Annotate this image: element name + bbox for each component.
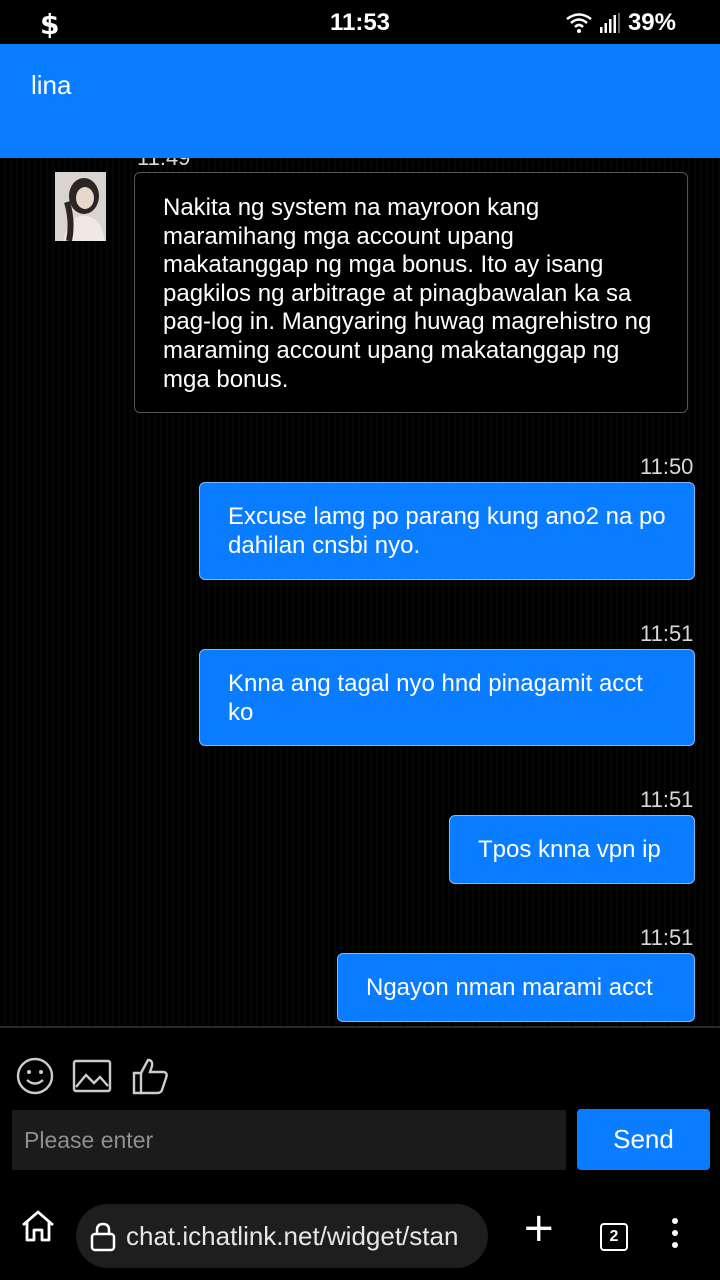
thumbs-up-icon[interactable] (130, 1056, 170, 1096)
composer-divider (0, 1026, 720, 1028)
status-bar: $ 11:53 39% (0, 0, 720, 44)
home-icon[interactable] (20, 1208, 56, 1244)
message-timestamp: 11:51 (640, 925, 694, 950)
incoming-message: Nakita ng system na mayroon kang maramih… (134, 172, 688, 413)
lock-icon (90, 1222, 116, 1252)
agent-avatar (55, 172, 106, 241)
url-text: chat.ichatlink.net/widget/stan (126, 1221, 459, 1251)
chat-header: lina (0, 44, 720, 158)
message-timestamp: 11:51 (640, 787, 694, 812)
signal-icon (599, 13, 620, 33)
send-button[interactable]: Send (577, 1109, 710, 1170)
tab-switcher-button[interactable]: 2 (600, 1223, 628, 1251)
message-input[interactable] (12, 1110, 566, 1170)
message-timestamp: 11:49 (137, 158, 190, 171)
outgoing-message: Ngayon nman marami acct (337, 953, 695, 1022)
message-timestamp: 11:51 (640, 621, 694, 646)
outgoing-message: Knna ang tagal nyo hnd pinagamit acct ko (199, 649, 695, 746)
new-tab-icon[interactable]: + (522, 1205, 556, 1251)
emoji-icon[interactable] (15, 1056, 55, 1096)
address-bar[interactable]: chat.ichatlink.net/widget/stan (76, 1204, 488, 1268)
more-menu-icon[interactable] (672, 1218, 680, 1248)
outgoing-message: Tpos knna vpn ip (449, 815, 695, 884)
status-right: 39% (566, 9, 676, 37)
message-timestamp: 11:50 (640, 454, 694, 479)
wifi-icon (566, 13, 592, 33)
message-list[interactable]: 11:49 Nakita ng system na mayroon kang m… (0, 158, 720, 1026)
image-icon[interactable] (72, 1056, 112, 1096)
battery-level: 39% (627, 9, 676, 36)
outgoing-message: Excuse lamg po parang kung ano2 na po da… (199, 482, 695, 580)
browser-toolbar: chat.ichatlink.net/widget/stan + 2 (0, 1190, 720, 1280)
contact-name: lina (31, 70, 72, 100)
